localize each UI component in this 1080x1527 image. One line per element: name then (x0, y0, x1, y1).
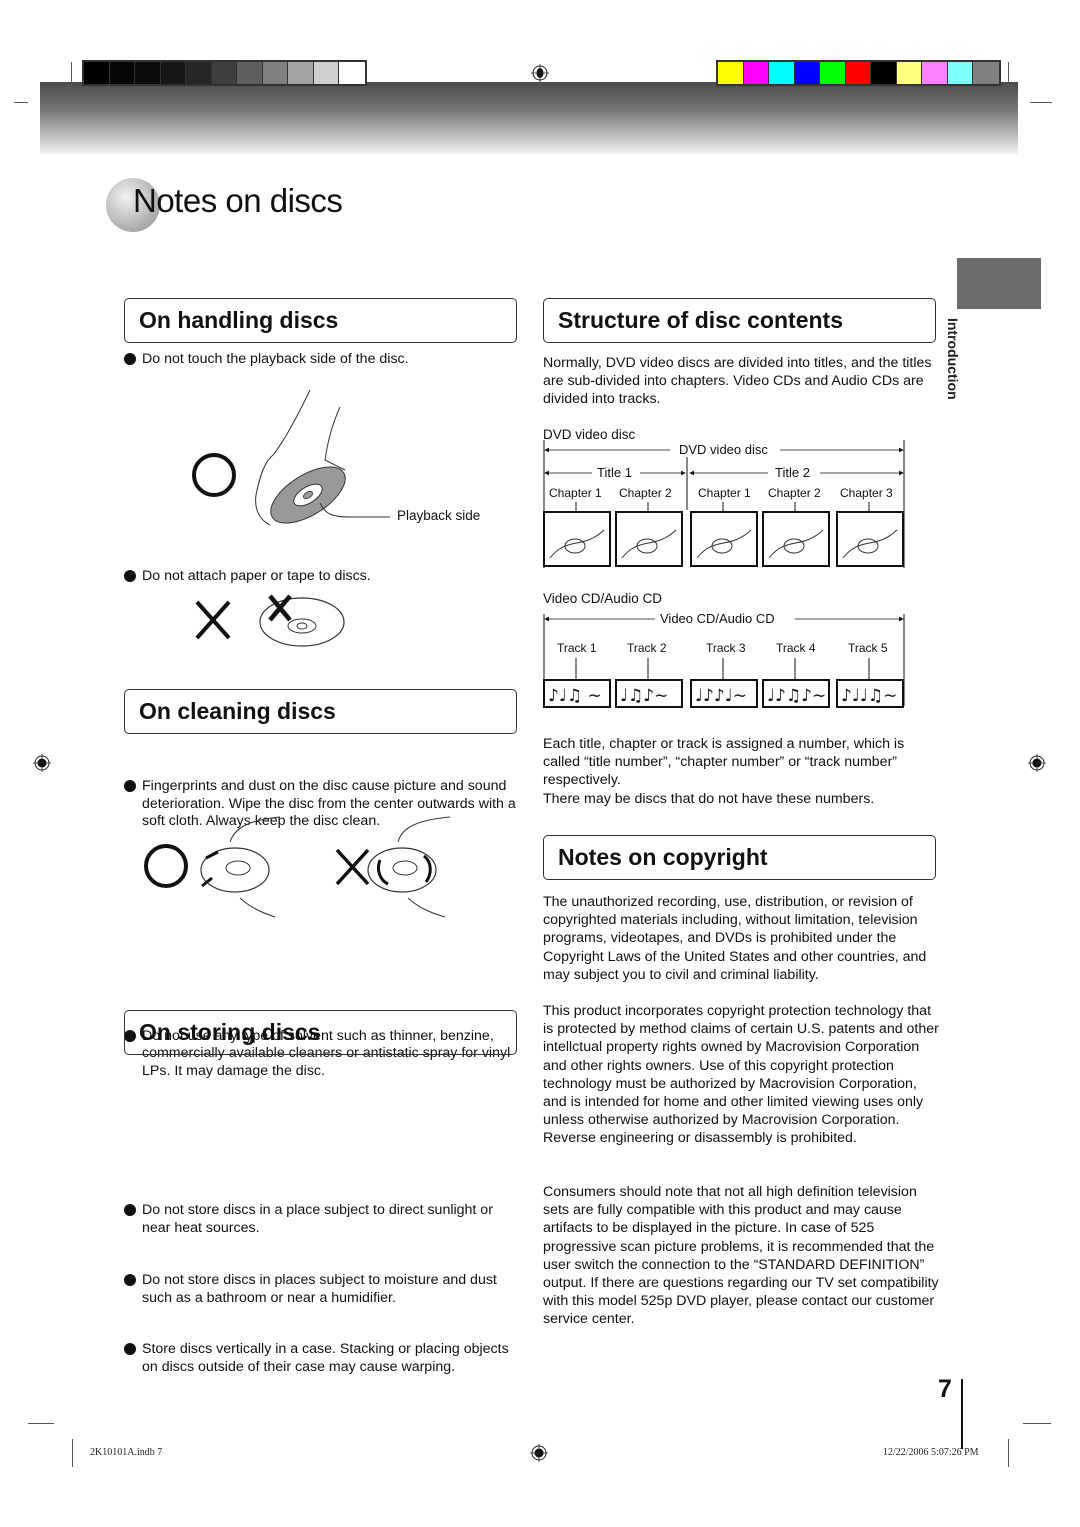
dvd-span-label: DVD video disc (676, 442, 771, 457)
track-label: Track 3 (706, 641, 746, 655)
page-title: Notes on discs (133, 182, 343, 219)
registration-mark-icon (1028, 754, 1046, 772)
copyright-paragraph: The unauthorized recording, use, distrib… (543, 894, 927, 983)
chapter-label: Chapter 2 (768, 486, 821, 500)
color-swatch (871, 62, 897, 84)
structure-intro: Normally, DVD video discs are divided in… (543, 355, 932, 408)
crop-mark (72, 1439, 73, 1467)
color-swatch (160, 62, 186, 84)
color-swatch (820, 62, 846, 84)
color-swatch (84, 62, 110, 84)
bullet-item: Do not attach paper or tape to discs. (123, 568, 523, 586)
color-swatch (922, 62, 948, 84)
correct-circle-icon (144, 844, 188, 888)
color-swatch (313, 62, 339, 84)
bullet-item: Do not store discs in places subject to … (123, 1272, 523, 1307)
cd-caption: Video CD/Audio CD (543, 591, 663, 606)
chapter-label: Chapter 2 (619, 486, 672, 500)
color-swatch (262, 62, 288, 84)
bullet-item: Do not store discs in a place subject to… (123, 1202, 523, 1237)
music-notes-icon: ♩♪♪♩∼ (695, 686, 747, 706)
color-swatch (237, 62, 263, 84)
registration-mark-icon (33, 754, 51, 772)
section-tab-label: Introduction (945, 318, 961, 400)
crop-mark (1008, 62, 1009, 92)
playback-side-label: Playback side (397, 508, 481, 523)
music-notes-icon: ♩♪♫♪∼ (767, 686, 826, 706)
copyright-paragraph: Consumers should note that not all high … (543, 1184, 939, 1328)
disc-cleaning-illustration (144, 816, 451, 918)
color-swatch (339, 62, 365, 84)
color-swatch (743, 62, 769, 84)
dvd-structure-diagram (543, 440, 905, 568)
crop-mark (71, 62, 72, 92)
section-heading-copyright: Notes on copyright (543, 835, 936, 880)
section-heading-storing: On storing discs (124, 1010, 517, 1055)
music-notes-icon: ♩♫♪∼ (620, 686, 668, 706)
copyright-paragraph: This product incorporates copyright prot… (543, 1003, 939, 1147)
color-swatch (109, 62, 135, 84)
track-label: Track 5 (848, 641, 888, 655)
color-swatch (973, 62, 999, 84)
track-label: Track 1 (557, 641, 597, 655)
bullet-item: Do not touch the playback side of the di… (123, 351, 523, 369)
music-notes-icon: ♪♩♩♫∼ (841, 686, 897, 706)
color-swatch (211, 62, 237, 84)
title-label: Title 1 (597, 465, 632, 480)
bullet-item: Store discs vertically in a case. Stacki… (123, 1341, 523, 1376)
footer-timestamp: 12/22/2006 5:07:26 PM (883, 1447, 979, 1458)
section-tab-marker (957, 258, 1041, 309)
section-heading-handling: On handling discs (124, 298, 517, 343)
crop-mark (1030, 102, 1052, 103)
registration-mark-icon (531, 64, 549, 82)
color-calibration-bar (716, 60, 1001, 86)
disc-handling-illustration (192, 389, 390, 526)
page-number: 7 (938, 1375, 952, 1403)
music-notes-icon: ♪♩♫ ∼ (548, 686, 602, 706)
chapter-label: Chapter 1 (549, 486, 602, 500)
no-tape-illustration (195, 594, 345, 647)
crop-mark (1008, 1439, 1009, 1467)
color-swatch (718, 62, 744, 84)
crop-mark (14, 102, 28, 103)
color-swatch (769, 62, 795, 84)
grayscale-color-bar (82, 60, 367, 86)
color-swatch (845, 62, 871, 84)
crop-mark (1023, 1423, 1051, 1424)
page-number-rule (961, 1379, 963, 1449)
track-label: Track 2 (627, 641, 667, 655)
color-swatch (947, 62, 973, 84)
chapter-label: Chapter 1 (698, 486, 751, 500)
wrong-cross-icon (335, 848, 370, 886)
track-label: Track 4 (776, 641, 816, 655)
header-gradient-band (40, 82, 1018, 154)
color-swatch (135, 62, 161, 84)
wrong-cross-icon (195, 600, 231, 640)
structure-outro: Each title, chapter or track is assigned… (543, 736, 905, 789)
correct-circle-icon (192, 453, 236, 497)
color-swatch (896, 62, 922, 84)
cd-span-label: Video CD/Audio CD (660, 611, 775, 626)
structure-note: There may be discs that do not have thes… (543, 791, 875, 807)
section-heading-cleaning: On cleaning discs (124, 689, 517, 734)
color-swatch (186, 62, 212, 84)
chapter-label: Chapter 3 (840, 486, 893, 500)
section-heading-structure: Structure of disc contents (543, 298, 936, 343)
title-label: Title 2 (775, 465, 810, 480)
color-swatch (794, 62, 820, 84)
footer-filename: 2K10101A.indb 7 (90, 1447, 163, 1458)
registration-mark-icon (530, 1444, 548, 1462)
color-swatch (288, 62, 314, 84)
crop-mark (28, 1423, 54, 1424)
